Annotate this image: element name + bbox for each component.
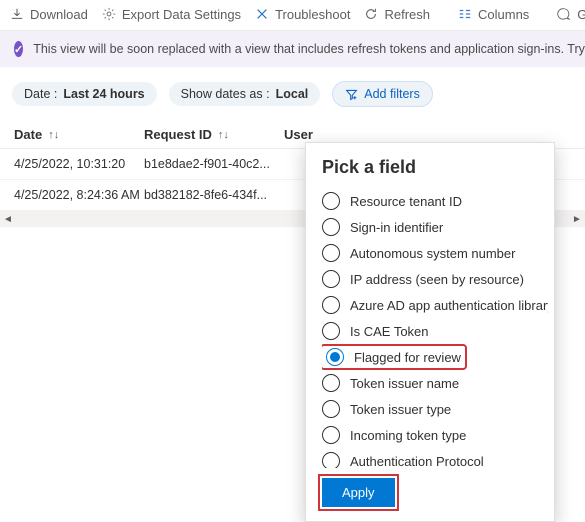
command-toolbar: Download Export Data Settings Troublesho… [0, 0, 585, 31]
field-option-label: Is CAE Token [350, 324, 429, 339]
refresh-icon [364, 7, 378, 21]
wrench-icon [255, 7, 269, 21]
field-option-label: Incoming token type [350, 428, 466, 443]
cell-request: bd382182-8fe6-434f... [144, 188, 284, 202]
filter-showdates-value: Local [276, 87, 309, 101]
radio-icon [322, 374, 340, 392]
field-option[interactable]: Flagged for review [322, 346, 465, 368]
add-filters-label: Add filters [364, 87, 420, 101]
refresh-button[interactable]: Refresh [364, 7, 430, 22]
add-filters-button[interactable]: Add filters [332, 81, 433, 107]
radio-icon [322, 270, 340, 288]
field-option[interactable]: IP address (seen by resource) [322, 266, 542, 292]
field-option-list[interactable]: Resource tenant ID Sign-in identifier Auto… [322, 188, 548, 468]
export-label: Export Data Settings [122, 7, 241, 22]
field-option-label: Resource tenant ID [350, 194, 462, 209]
radio-icon [322, 322, 340, 340]
apply-highlight: Apply [322, 478, 395, 507]
popover-title: Pick a field [322, 157, 548, 178]
radio-icon [326, 348, 344, 366]
field-option-label: IP address (seen by resource) [350, 272, 524, 287]
filter-date-label: Date : [24, 87, 57, 101]
field-option[interactable]: Authentication Protocol [322, 448, 542, 468]
field-option-label: Sign-in identifier [350, 220, 443, 235]
column-header-request[interactable]: Request ID ↑↓ [144, 127, 284, 142]
field-picker-popover: Pick a field Resource tenant ID Sign-in i… [305, 142, 555, 522]
apply-button[interactable]: Apply [322, 478, 395, 507]
filter-showdates-label: Show dates as : [181, 87, 270, 101]
field-option[interactable]: Resource tenant ID [322, 188, 542, 214]
column-date-label: Date [14, 127, 42, 142]
info-icon: ✓ [14, 41, 23, 57]
columns-button[interactable]: Columns [458, 7, 529, 22]
radio-icon [322, 426, 340, 444]
radio-icon [322, 296, 340, 314]
info-banner: ✓ This view will be soon replaced with a… [0, 31, 585, 67]
filter-bar: Date : Last 24 hours Show dates as : Loc… [0, 67, 585, 119]
sort-icon: ↑↓ [48, 129, 59, 141]
radio-icon [322, 192, 340, 210]
filter-showdates-pill[interactable]: Show dates as : Local [169, 82, 321, 106]
radio-icon [322, 218, 340, 236]
columns-icon [458, 7, 472, 21]
cell-date: 4/25/2022, 8:24:36 AM [14, 188, 144, 202]
field-option-label: Flagged for review [354, 350, 461, 365]
filter-date-pill[interactable]: Date : Last 24 hours [12, 82, 157, 106]
filter-date-value: Last 24 hours [63, 87, 144, 101]
troubleshoot-label: Troubleshoot [275, 7, 350, 22]
field-option[interactable]: Token issuer name [322, 370, 542, 396]
column-header-date[interactable]: Date ↑↓ [14, 127, 144, 142]
field-option[interactable]: Autonomous system number [322, 240, 542, 266]
field-option[interactable]: Incoming token type [322, 422, 542, 448]
radio-icon [322, 244, 340, 262]
scroll-left-icon[interactable]: ◄ [0, 211, 16, 227]
field-option-label: Token issuer name [350, 376, 459, 391]
cell-request: b1e8dae2-f901-40c2... [144, 157, 284, 171]
field-option[interactable]: Token issuer type [322, 396, 542, 422]
banner-text: This view will be soon replaced with a v… [33, 42, 585, 56]
column-request-label: Request ID [144, 127, 212, 142]
troubleshoot-button[interactable]: Troubleshoot [255, 7, 350, 22]
field-option-label: Token issuer type [350, 402, 451, 417]
radio-icon [322, 452, 340, 468]
download-icon [10, 7, 24, 21]
scroll-right-icon[interactable]: ► [569, 211, 585, 227]
columns-label: Columns [478, 7, 529, 22]
feedback-label: Got fe [577, 7, 585, 22]
field-option[interactable]: Sign-in identifier [322, 214, 542, 240]
filter-add-icon [345, 88, 358, 101]
column-header-user[interactable]: User [284, 127, 585, 142]
field-option-label: Authentication Protocol [350, 454, 484, 469]
column-user-label: User [284, 127, 313, 142]
download-label: Download [30, 7, 88, 22]
field-option[interactable]: Azure AD app authentication library [322, 292, 542, 318]
feedback-icon [557, 7, 571, 21]
feedback-button[interactable]: Got fe [557, 7, 585, 22]
field-option[interactable]: Is CAE Token [322, 318, 542, 344]
download-button[interactable]: Download [10, 7, 88, 22]
refresh-label: Refresh [384, 7, 430, 22]
gear-icon [102, 7, 116, 21]
field-option-label: Azure AD app authentication library [350, 298, 548, 313]
field-option-label: Autonomous system number [350, 246, 515, 261]
export-settings-button[interactable]: Export Data Settings [102, 7, 241, 22]
cell-date: 4/25/2022, 10:31:20 [14, 157, 144, 171]
sort-icon: ↑↓ [218, 129, 229, 141]
radio-icon [322, 400, 340, 418]
